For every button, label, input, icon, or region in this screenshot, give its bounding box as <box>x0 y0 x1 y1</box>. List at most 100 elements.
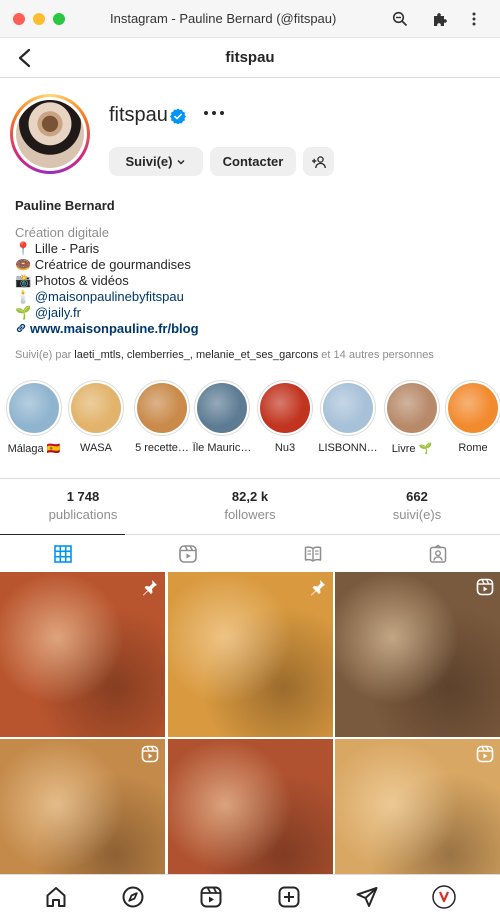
profile-avatar[interactable] <box>10 94 90 174</box>
followers-label: followers <box>224 507 276 522</box>
cookies-post[interactable] <box>335 572 500 737</box>
highlight-cover <box>6 380 62 436</box>
followers-count[interactable]: 82,2 k followers <box>167 489 333 522</box>
posts-value: 1 748 <box>66 489 100 504</box>
followed-by-text[interactable]: Suivi(e) par laeti_mtls, clemberries_, m… <box>15 349 434 361</box>
maximize-window-button[interactable] <box>53 13 65 25</box>
mention-link-jaily[interactable]: @jaily.fr <box>35 305 81 320</box>
bottom-navigation <box>0 874 500 917</box>
profile-full-name: Pauline Bernard <box>15 198 115 213</box>
tab-posts-grid[interactable] <box>0 534 125 572</box>
reel-post-icon <box>141 745 159 763</box>
followers-value: 82,2 k <box>231 489 269 504</box>
highlight-item[interactable]: 5 recette… <box>130 380 194 454</box>
bio-category: Création digitale <box>15 225 109 240</box>
reels-nav-icon[interactable] <box>198 884 224 910</box>
highlight-item[interactable]: Málaga 🇪🇸 <box>2 380 66 455</box>
followed-by-prefix: Suivi(e) par <box>15 349 75 361</box>
highlight-label: 5 recette… <box>135 442 189 454</box>
posts-count: 1 748 publications <box>0 489 166 522</box>
suggested-users-button[interactable] <box>303 147 334 176</box>
tab-tagged[interactable] <box>375 535 500 572</box>
highlight-cover <box>257 380 313 436</box>
posts-grid <box>0 572 500 874</box>
menu-kebab-icon[interactable] <box>464 9 484 29</box>
minimize-window-button[interactable] <box>33 13 45 25</box>
highlight-image <box>9 383 59 433</box>
contact-button[interactable]: Contacter <box>210 147 296 176</box>
highlight-label: Rome <box>458 442 488 454</box>
portrait-post[interactable] <box>167 739 333 874</box>
pizza-post[interactable] <box>0 572 165 737</box>
extensions-puzzle-icon[interactable] <box>430 9 450 29</box>
highlight-image <box>71 383 121 433</box>
more-options-icon[interactable] <box>202 104 226 124</box>
reel-post-icon <box>476 578 494 596</box>
crepe-post[interactable] <box>167 572 333 737</box>
zoom-icon[interactable] <box>390 9 410 29</box>
highlight-label: LISBONN… <box>318 442 378 454</box>
following-count[interactable]: 662 suivi(e)s <box>334 489 500 522</box>
pasta-post[interactable] <box>335 739 500 874</box>
highlight-cover <box>68 380 124 436</box>
following-label: Suivi(e) <box>125 154 173 169</box>
profile-avatar-nav-icon[interactable] <box>431 884 457 910</box>
bio-website-row: www.maisonpauline.fr/blog <box>15 321 199 337</box>
highlight-image <box>260 383 310 433</box>
bio-line-mention-maison: 🕯️ @maisonpaulinebyfitspau <box>15 289 199 305</box>
bio-line-mention-jaily: 🌱 @jaily.fr <box>15 305 199 321</box>
pinned-post-icon <box>141 578 159 596</box>
tagged-user-icon <box>429 544 446 563</box>
story-highlights: Málaga 🇪🇸 WASA 5 recette… Île Mauric… Nu3 LIS… <box>0 380 500 460</box>
add-user-icon <box>311 155 326 168</box>
highlight-label: WASA <box>80 442 112 454</box>
new-post-plus-icon[interactable] <box>276 884 302 910</box>
highlight-image <box>387 383 437 433</box>
website-link[interactable]: www.maisonpauline.fr/blog <box>30 321 199 336</box>
highlight-item[interactable]: Nu3 <box>253 380 317 454</box>
posts-label: publications <box>48 507 118 522</box>
profile-stats: 1 748 publications 82,2 k followers 662 … <box>0 478 500 534</box>
close-window-button[interactable] <box>13 13 25 25</box>
contact-label: Contacter <box>222 154 284 169</box>
profile-header: fitspau <box>0 38 500 78</box>
highlight-item[interactable]: Rome <box>441 380 500 454</box>
direct-messages-send-icon[interactable] <box>354 884 380 910</box>
grid-icon <box>53 544 72 563</box>
apple-tart-post[interactable] <box>0 739 165 874</box>
highlight-item[interactable]: WASA <box>64 380 128 454</box>
home-icon[interactable] <box>43 884 69 910</box>
followed-by-suffix: et 14 autres personnes <box>318 349 434 361</box>
highlight-image <box>197 383 247 433</box>
guides-book-icon <box>304 545 321 562</box>
explore-compass-icon[interactable] <box>120 884 146 910</box>
highlight-image <box>137 383 187 433</box>
reels-icon <box>178 544 197 563</box>
highlight-label: Málaga 🇪🇸 <box>7 443 61 455</box>
mention-link-maison[interactable]: @maisonpaulinebyfitspau <box>35 289 184 304</box>
highlight-cover <box>134 380 190 436</box>
highlight-image <box>448 383 498 433</box>
bio-line-photos: 📸 Photos & vidéos <box>15 273 129 288</box>
highlight-image <box>323 383 373 433</box>
tab-guides[interactable] <box>250 535 375 572</box>
profile-tabs <box>0 534 500 572</box>
following-dropdown-button[interactable]: Suivi(e) <box>109 147 203 176</box>
highlight-item[interactable]: Livre 🌱 <box>380 380 444 455</box>
reel-post-icon <box>476 745 494 763</box>
link-chain-icon <box>16 323 26 333</box>
highlight-item[interactable]: LISBONN… <box>316 380 380 454</box>
highlight-label: Île Mauric… <box>192 442 252 454</box>
seedling-emoji: 🌱 <box>15 305 32 320</box>
profile-bio: Création digitale 📍 Lille - Paris 🍩 Créa… <box>15 225 199 337</box>
highlight-item[interactable]: Île Mauric… <box>190 380 254 454</box>
tab-reels[interactable] <box>125 535 250 572</box>
following-value: 662 <box>406 489 428 504</box>
header-username: fitspau <box>225 49 275 66</box>
followed-by-names[interactable]: laeti_mtls, clemberries_, melanie_et_ses… <box>74 349 318 361</box>
verified-badge-icon <box>170 108 186 125</box>
highlight-cover <box>320 380 376 436</box>
pinned-post-icon <box>309 578 327 596</box>
window-title: Instagram - Pauline Bernard (@fitspau) <box>110 11 337 26</box>
bio-line-location: 📍 Lille - Paris <box>15 241 100 256</box>
